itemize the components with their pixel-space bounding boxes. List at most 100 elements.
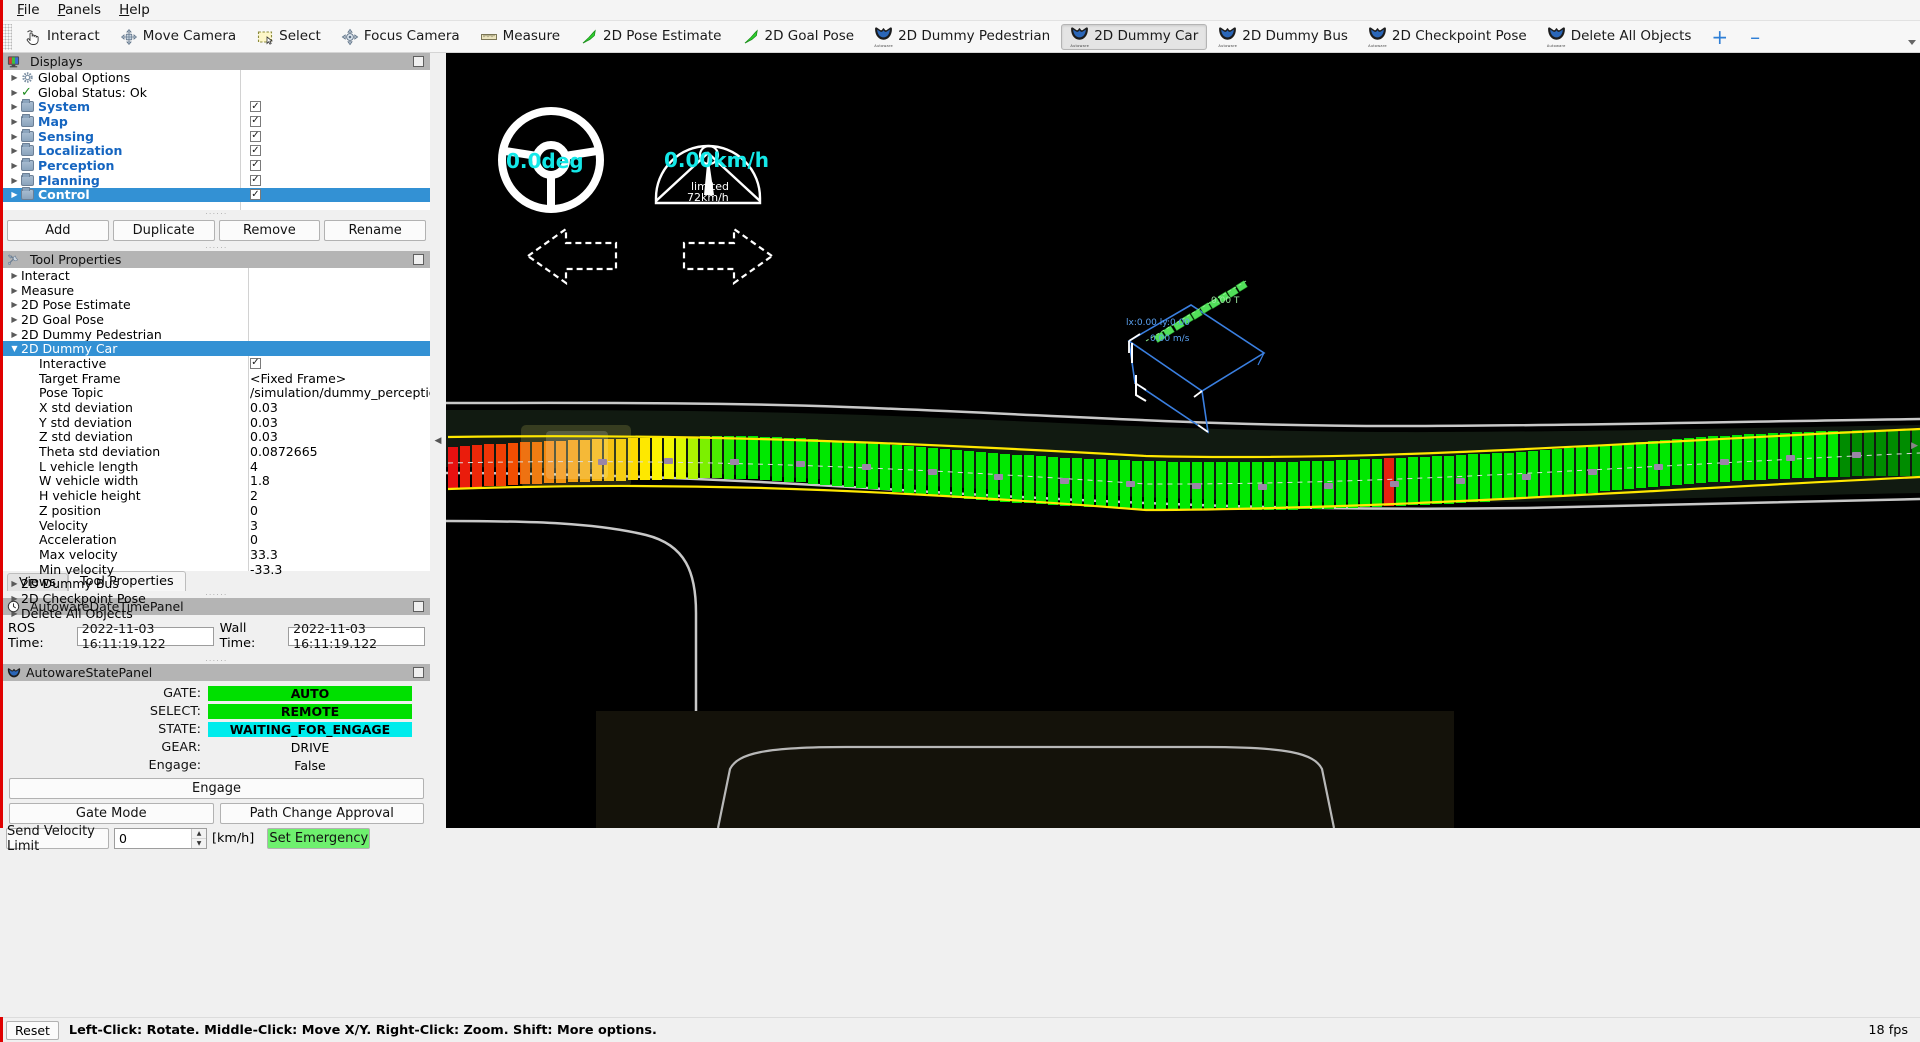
toolbar-button-move-camera[interactable]: Move Camera (111, 24, 245, 50)
menu-item-help[interactable]: Help (110, 0, 159, 20)
expand-arrow-icon[interactable]: ▶ (8, 161, 21, 170)
duplicate-display-button[interactable]: Duplicate (113, 220, 215, 241)
tool-row-2d-dummy-bus[interactable]: ▶ 2D Dummy Bus (3, 576, 430, 591)
display-row-map[interactable]: ▶ Map ✓ (3, 114, 430, 129)
tool-prop-value[interactable]: /simulation/dummy_perception_... (250, 386, 430, 401)
toolbar-overflow-caret[interactable] (1908, 40, 1916, 45)
toolbar-button-focus-camera[interactable]: Focus Camera (332, 24, 469, 50)
expand-arrow-icon[interactable]: ▶ (8, 132, 21, 141)
tool-prop-value[interactable]: 0.03 (250, 400, 278, 415)
display-row-sensing[interactable]: ▶ Sensing ✓ (3, 129, 430, 144)
tool-row-2d-pose-estimate[interactable]: ▶ 2D Pose Estimate (3, 297, 430, 312)
tool-prop-z-position[interactable]: Z position 0 (3, 503, 430, 518)
tool-row-2d-dummy-pedestrian[interactable]: ▶ 2D Dummy Pedestrian (3, 327, 430, 342)
toolbar-button-2d-pose-estimate[interactable]: 2D Pose Estimate (571, 24, 730, 50)
tool-prop-value[interactable]: ✓ (250, 356, 261, 371)
toolbar-grip[interactable] (3, 24, 12, 50)
displays-splitter-handle[interactable]: ······ (3, 210, 430, 217)
wall-time-input[interactable]: 2022-11-03 16:11:19.122 (288, 627, 425, 646)
tool-row-2d-dummy-car[interactable]: ▼ 2D Dummy Car (3, 341, 430, 356)
right-panel-expand-arrow-icon[interactable]: ▶ (1911, 441, 1918, 451)
stepper-up-icon[interactable]: ▲ (192, 829, 206, 839)
expand-arrow-icon[interactable]: ▶ (8, 117, 21, 126)
display-enable-checkbox[interactable]: ✓ (250, 145, 261, 156)
tool-prop-x-std-deviation[interactable]: X std deviation 0.03 (3, 400, 430, 415)
display-row-control[interactable]: ▶ Control ✓ (3, 188, 430, 203)
display-enable-checkbox[interactable]: ✓ (250, 175, 261, 186)
display-row-planning[interactable]: ▶ Planning ✓ (3, 173, 430, 188)
display-row-global-options[interactable]: ▶ Global Options (3, 70, 430, 85)
interactive-checkbox[interactable]: ✓ (250, 358, 261, 369)
tool-prop-target-frame[interactable]: Target Frame <Fixed Frame> (3, 371, 430, 386)
expand-arrow-icon[interactable]: ▶ (8, 88, 21, 97)
display-row-checkbox-cell[interactable]: ✓ (250, 158, 261, 173)
toolbar-button-select[interactable]: Select (247, 24, 330, 50)
rename-display-button[interactable]: Rename (324, 220, 426, 241)
tool-prop-value[interactable]: <Fixed Frame> (250, 371, 346, 386)
stepper-down-icon[interactable]: ▼ (192, 839, 206, 848)
display-enable-checkbox[interactable]: ✓ (250, 131, 261, 142)
expand-arrow-icon[interactable]: ▶ (8, 102, 21, 111)
tool-prop-value[interactable]: 33.3 (250, 547, 278, 562)
tool-prop-value[interactable]: -33.3 (250, 562, 282, 577)
collapse-arrow-icon[interactable]: ▼ (8, 344, 21, 353)
display-enable-checkbox[interactable]: ✓ (250, 189, 261, 200)
tool-prop-value[interactable]: 0.0872665 (250, 444, 318, 459)
display-row-global-status[interactable]: ▶ ✓ Global Status: Ok (3, 85, 430, 100)
tool-prop-z-std-deviation[interactable]: Z std deviation 0.03 (3, 430, 430, 445)
tool-prop-value[interactable]: 0.03 (250, 430, 278, 445)
toolbar-button-2d-dummy-car[interactable]: Autoware 2D Dummy Car (1061, 24, 1207, 50)
expand-arrow-icon[interactable]: ▶ (8, 176, 21, 185)
tool-prop-value[interactable]: 0.03 (250, 415, 278, 430)
add-tool-button[interactable]: + (1701, 27, 1738, 47)
display-row-checkbox-cell[interactable]: ✓ (250, 129, 261, 144)
tool-prop-min-velocity[interactable]: Min velocity -33.3 (3, 562, 430, 577)
tool-prop-value[interactable]: 0 (250, 532, 258, 547)
tool-row-2d-goal-pose[interactable]: ▶ 2D Goal Pose (3, 312, 430, 327)
expand-arrow-icon[interactable]: ▶ (8, 300, 21, 309)
tool-prop-l-vehicle-length[interactable]: L vehicle length 4 (3, 459, 430, 474)
display-row-system[interactable]: ▶ System ✓ (3, 99, 430, 114)
toolbar-button-interact[interactable]: Interact (15, 24, 109, 50)
tool-prop-value[interactable]: 2 (250, 488, 258, 503)
display-row-checkbox-cell[interactable]: ✓ (250, 99, 261, 114)
display-enable-checkbox[interactable]: ✓ (250, 116, 261, 127)
toolbar-button-2d-dummy-pedestrian[interactable]: Autoware 2D Dummy Pedestrian (865, 24, 1059, 50)
set-emergency-button[interactable]: Set Emergency (267, 828, 370, 849)
tool-prop-value[interactable]: 1.8 (250, 474, 270, 489)
tool-prop-h-vehicle-height[interactable]: H vehicle height 2 (3, 488, 430, 503)
tool-prop-theta-std-deviation[interactable]: Theta std deviation 0.0872665 (3, 444, 430, 459)
tool-prop-value[interactable]: 0 (250, 503, 258, 518)
path-change-approval-button[interactable]: Path Change Approval (220, 803, 425, 824)
tool-prop-w-vehicle-width[interactable]: W vehicle width 1.8 (3, 474, 430, 489)
toolbar-button-measure[interactable]: Measure (471, 24, 569, 50)
tool-prop-value[interactable]: 4 (250, 459, 258, 474)
displays-float-button[interactable] (413, 56, 424, 67)
tool-row-delete-all-objects[interactable]: ▶ Delete All Objects (3, 606, 430, 621)
tool-row-measure[interactable]: ▶ Measure (3, 283, 430, 298)
engage-button[interactable]: Engage (9, 778, 424, 799)
display-row-checkbox-cell[interactable]: ✓ (250, 143, 261, 158)
tool-properties-tree[interactable]: ▶ Interact ▶ Measure ▶ 2D Pose Estimate … (3, 268, 430, 571)
expand-arrow-icon[interactable]: ▶ (8, 146, 21, 155)
toolbar-button-2d-goal-pose[interactable]: 2D Goal Pose (733, 24, 864, 50)
expand-arrow-icon[interactable]: ▶ (8, 579, 21, 588)
tool-properties-splitter-handle[interactable]: ······ (3, 244, 430, 251)
tool-prop-value[interactable]: 3 (250, 518, 258, 533)
tool-properties-float-button[interactable] (413, 254, 424, 265)
statepanel-splitter-handle[interactable]: ······ (3, 657, 430, 664)
display-enable-checkbox[interactable]: ✓ (250, 101, 261, 112)
tool-row-interact[interactable]: ▶ Interact (3, 268, 430, 283)
displays-tree[interactable]: ▶ Global Options ▶ ✓ Global Status: Ok (3, 70, 430, 210)
toolbar-button-delete-all-objects[interactable]: Autoware Delete All Objects (1538, 24, 1701, 50)
toolbar-button-2d-checkpoint-pose[interactable]: Autoware 2D Checkpoint Pose (1359, 24, 1536, 50)
tool-prop-max-velocity[interactable]: Max velocity 33.3 (3, 547, 430, 562)
display-row-perception[interactable]: ▶ Perception ✓ (3, 158, 430, 173)
menu-item-panels[interactable]: Panels (49, 0, 110, 20)
tool-row-2d-checkpoint-pose[interactable]: ▶ 2D Checkpoint Pose (3, 591, 430, 606)
remove-display-button[interactable]: Remove (219, 220, 321, 241)
ros-time-input[interactable]: 2022-11-03 16:11:19.122 (77, 627, 214, 646)
remove-tool-button[interactable]: – (1738, 27, 1772, 47)
tool-prop-acceleration[interactable]: Acceleration 0 (3, 532, 430, 547)
display-row-checkbox-cell[interactable]: ✓ (250, 173, 261, 188)
